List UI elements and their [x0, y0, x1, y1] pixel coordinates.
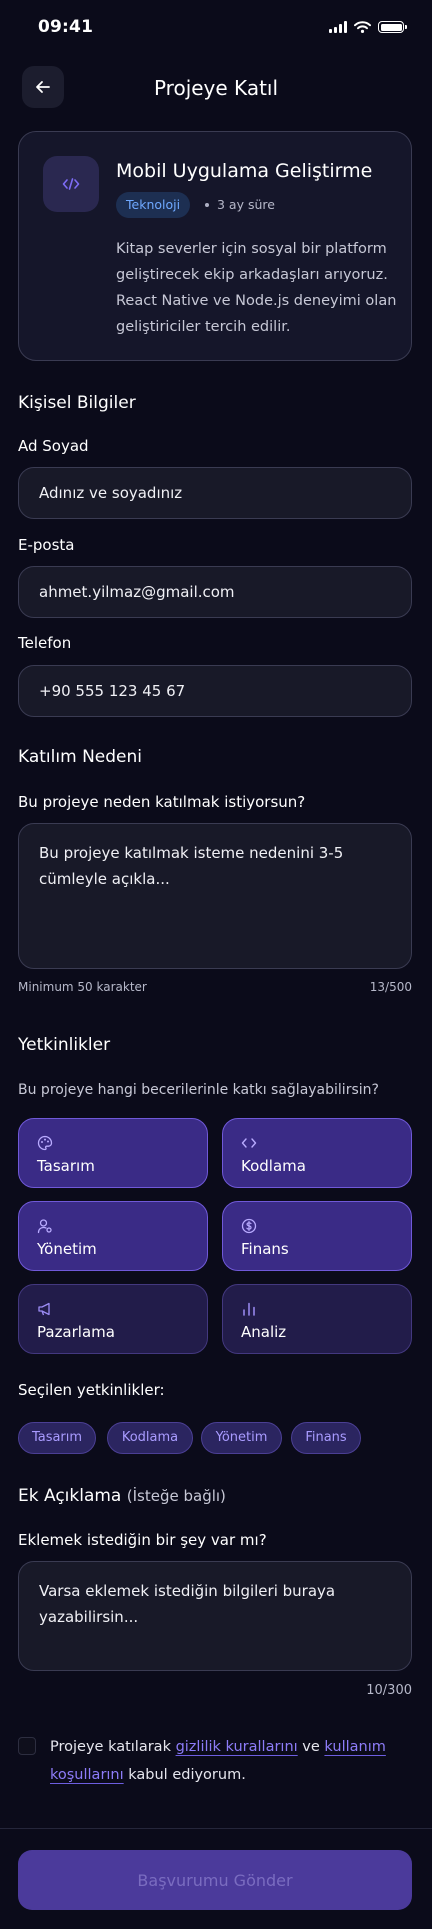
reason-counter: 13/500	[369, 980, 412, 994]
status-time: 09:41	[38, 17, 94, 37]
megaphone-icon	[38, 1302, 50, 1316]
selected-skill-chip[interactable]: Tasarım	[18, 1422, 96, 1454]
extra-section-title: Ek Açıklama (İsteğe bağlı)	[18, 1486, 226, 1506]
dollar-circle-icon	[241, 1218, 257, 1234]
selected-skill-chip[interactable]: Kodlama	[107, 1422, 193, 1454]
meta-separator	[205, 203, 209, 207]
signal-icon	[329, 21, 347, 33]
skill-card-tasarim[interactable]: Tasarım	[18, 1118, 208, 1188]
name-input[interactable]: Adınız ve soyadınız	[18, 467, 412, 519]
project-icon-tile	[43, 156, 99, 212]
skill-card-pazarlama[interactable]: Pazarlama	[18, 1284, 208, 1354]
code-icon	[241, 1138, 257, 1148]
terms-prefix: Projeye katılarak	[50, 1739, 176, 1755]
skill-card-kodlama[interactable]: Kodlama	[222, 1118, 412, 1188]
status-icons	[329, 21, 407, 33]
skill-card-yonetim[interactable]: Yönetim	[18, 1201, 208, 1271]
phone-label: Telefon	[18, 634, 72, 652]
selected-skill-chip[interactable]: Yönetim	[201, 1422, 282, 1454]
skills-section-title: Yetkinlikler	[18, 1035, 111, 1055]
project-duration: 3 ay süre	[217, 197, 275, 212]
skill-card-finans[interactable]: Finans	[222, 1201, 412, 1271]
terms-suffix: kabul ediyorum.	[123, 1767, 246, 1783]
privacy-link[interactable]: gizlilik kurallarını	[176, 1739, 298, 1755]
extra-title: Ek Açıklama	[18, 1486, 122, 1506]
user-settings-icon	[37, 1219, 52, 1234]
skill-label: Analiz	[241, 1323, 287, 1341]
name-label: Ad Soyad	[18, 437, 89, 455]
skill-card-analiz[interactable]: Analiz	[222, 1284, 412, 1354]
extra-placeholder: Varsa eklemek istediğin bilgileri buraya…	[39, 1582, 336, 1626]
terms-text: Projeye katılarak gizlilik kurallarını v…	[50, 1733, 390, 1789]
bar-chart-icon	[243, 1302, 255, 1316]
email-input[interactable]: ahmet.yilmaz@gmail.com	[18, 566, 412, 618]
status-bar: 09:41	[0, 0, 432, 54]
skills-question: Bu projeye hangi becerilerinle katkı sağ…	[18, 1082, 379, 1098]
battery-icon	[378, 21, 407, 33]
reason-placeholder: Bu projeye katılmak isteme nedenini 3-5 …	[39, 844, 344, 888]
skill-label: Pazarlama	[37, 1323, 115, 1341]
extra-textarea[interactable]: Varsa eklemek istediğin bilgileri buraya…	[18, 1561, 412, 1671]
page-title: Projeye Katıl	[153, 76, 279, 100]
terms-checkbox[interactable]	[18, 1737, 36, 1755]
extra-question: Eklemek istediğin bir şey var mı?	[18, 1531, 267, 1549]
code-icon	[62, 178, 80, 190]
submit-button[interactable]: Başvurumu Gönder	[18, 1850, 412, 1910]
reason-question: Bu projeye neden katılmak istiyorsun?	[18, 793, 306, 811]
project-title: Mobil Uygulama Geliştirme	[116, 160, 373, 182]
terms-middle: ve	[297, 1739, 325, 1755]
project-description: Kitap severler için sosyal bir platform …	[116, 241, 397, 335]
category-badge: Teknoloji	[116, 192, 191, 218]
personal-section-title: Kişisel Bilgiler	[18, 393, 136, 413]
project-card: Mobil Uygulama Geliştirme Teknoloji 3 ay…	[18, 131, 412, 361]
email-label: E-posta	[18, 536, 75, 554]
selected-skills-title: Seçilen yetkinlikler:	[18, 1381, 165, 1399]
skill-label: Kodlama	[241, 1157, 306, 1175]
extra-counter: 10/300	[366, 1683, 412, 1698]
skill-label: Yönetim	[37, 1240, 97, 1258]
reason-textarea[interactable]: Bu projeye katılmak isteme nedenini 3-5 …	[18, 823, 412, 969]
skill-label: Tasarım	[37, 1157, 95, 1175]
optional-note: (İsteğe bağlı)	[126, 1487, 226, 1505]
reason-section-title: Katılım Nedeni	[18, 747, 142, 767]
reason-hint: Minimum 50 karakter	[18, 980, 147, 994]
top-bar: Projeye Katıl	[0, 64, 432, 110]
selected-skill-chip[interactable]: Finans	[291, 1422, 361, 1454]
footer-divider	[0, 1828, 432, 1829]
phone-input[interactable]: +90 555 123 45 67	[18, 665, 412, 717]
palette-icon	[37, 1135, 53, 1151]
wifi-icon	[354, 21, 371, 33]
skill-label: Finans	[241, 1240, 289, 1258]
